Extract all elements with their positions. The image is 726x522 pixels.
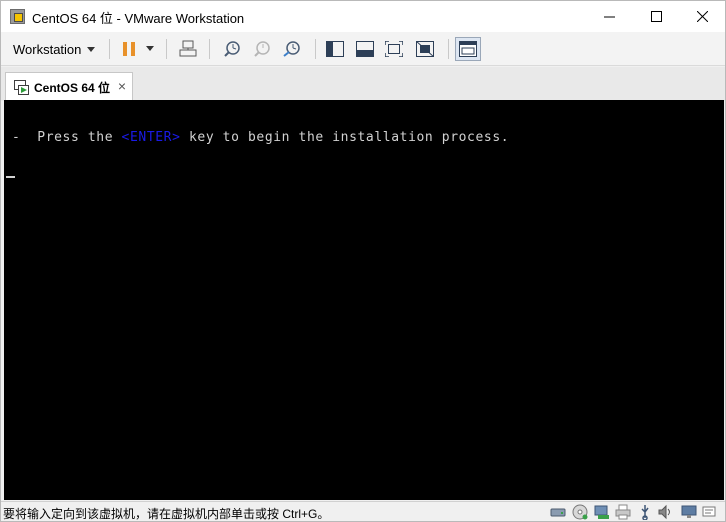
tab-centos-64[interactable]: CentOS 64 位 × (5, 72, 133, 101)
hard-disk-icon[interactable] (550, 504, 566, 520)
network-adapter-icon[interactable] (594, 504, 610, 520)
console-view-button[interactable] (455, 37, 481, 61)
pause-icon (123, 42, 135, 56)
display-icon[interactable] (681, 504, 697, 520)
console-install-prompt: - Press the <ENTER> key to begin the ins… (12, 130, 509, 145)
full-screen-button[interactable] (381, 37, 407, 61)
printer-icon[interactable] (615, 504, 631, 520)
console-suffix: key to begin the installation process. (180, 130, 510, 145)
cd-dvd-icon[interactable] (572, 504, 588, 520)
virtual-machine-icon (14, 79, 29, 95)
toolbar-divider (315, 39, 316, 59)
sound-card-icon[interactable] (657, 504, 673, 520)
show-library-button[interactable] (322, 37, 348, 61)
status-message: 要将输入定向到该虚拟机，请在虚拟机内部单击或按 Ctrl+G。 (3, 507, 330, 521)
toolbar-divider (109, 39, 110, 59)
maximize-icon (650, 11, 662, 22)
workstation-menu-label: Workstation (13, 41, 82, 57)
window-title: CentOS 64 位 - VMware Workstation (32, 11, 245, 26)
close-icon (696, 11, 708, 22)
snapshot-manager-button[interactable] (279, 37, 305, 61)
console-cursor (6, 176, 15, 178)
workstation-menu[interactable]: Workstation (7, 37, 101, 61)
usb-icon[interactable] (637, 504, 653, 520)
chevron-down-icon (87, 46, 96, 52)
message-log-icon[interactable] (702, 504, 718, 520)
send-ctrl-alt-del-button[interactable] (175, 37, 201, 61)
send-keys-icon (179, 40, 197, 57)
status-bar: 要将输入定向到该虚拟机，请在虚拟机内部单击或按 Ctrl+G。 (1, 501, 725, 521)
tab-label: CentOS 64 位 (34, 80, 111, 95)
vmware-app-icon (10, 9, 25, 24)
vmware-window: CentOS 64 位 - VMware Workstation Worksta… (0, 0, 726, 522)
toolbar-divider (166, 39, 167, 59)
library-icon (326, 41, 344, 57)
take-snapshot-button[interactable] (219, 37, 245, 61)
snapshot-icon (224, 41, 240, 57)
console-enter-key: <ENTER> (121, 130, 181, 145)
pause-button[interactable] (116, 37, 142, 61)
tab-close-icon[interactable]: × (118, 79, 126, 93)
console-view-icon (459, 41, 477, 57)
toolbar-divider (209, 39, 210, 59)
minimize-button[interactable] (586, 1, 632, 32)
full-screen-icon (385, 41, 403, 57)
minimize-icon (603, 16, 615, 18)
thumbnail-bar-button[interactable] (352, 37, 378, 61)
revert-snapshot-button[interactable] (249, 37, 275, 61)
thumbnail-icon (356, 41, 374, 57)
tab-strip: CentOS 64 位 × (1, 67, 725, 101)
maximize-button[interactable] (633, 1, 679, 32)
title-bar: CentOS 64 位 - VMware Workstation (1, 1, 725, 32)
close-button[interactable] (679, 1, 725, 32)
unity-icon (416, 41, 434, 57)
power-options-dropdown[interactable] (146, 46, 154, 51)
revert-snapshot-icon (254, 41, 270, 57)
toolbar-divider (448, 39, 449, 59)
vm-console[interactable]: - Press the <ENTER> key to begin the ins… (4, 100, 724, 500)
toolbar: Workstation (1, 32, 725, 66)
console-prefix: - Press the (12, 130, 122, 145)
unity-button[interactable] (412, 37, 438, 61)
snapshot-manager-icon (283, 41, 300, 57)
